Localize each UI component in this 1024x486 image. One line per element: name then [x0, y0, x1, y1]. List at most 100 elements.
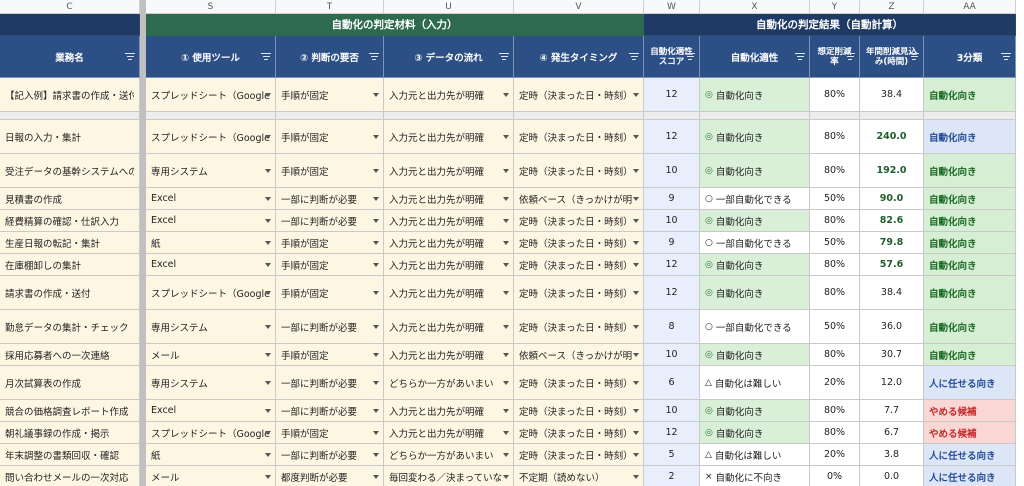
cell-timing[interactable]: 依頼ベース（きっかけが明 [514, 344, 644, 366]
cell-class[interactable]: 人に任せる向き [924, 466, 1016, 486]
cell-fit[interactable]: ○ 一部自動化できる [700, 310, 810, 344]
column-letter[interactable]: Z [860, 0, 924, 14]
dropdown-arrow-icon[interactable] [503, 430, 509, 435]
dropdown-arrow-icon[interactable] [633, 134, 639, 139]
cell-hours[interactable]: 79.8 [860, 232, 924, 254]
cell-judge[interactable]: 手順が固定 [276, 232, 384, 254]
filter-icon[interactable] [629, 52, 639, 61]
cell-task[interactable]: 年末調整の書類回収・確認 [0, 444, 140, 466]
cell-flow[interactable]: 入力元と出力先が明確 [384, 276, 514, 310]
cell-rate[interactable]: 80% [810, 276, 860, 310]
cell-fit[interactable]: △ 自動化は難しい [700, 366, 810, 400]
cell-tool[interactable]: スプレッドシート（Google [146, 120, 276, 154]
cell-flow[interactable]: 入力元と出力先が明確 [384, 310, 514, 344]
cell-hours[interactable]: 240.0 [860, 120, 924, 154]
filter-icon[interactable] [499, 52, 509, 61]
cell-rate[interactable]: 20% [810, 366, 860, 400]
cell-flow[interactable]: 入力元と出力先が明確 [384, 154, 514, 188]
cell-fit[interactable]: ◎ 自動化向き [700, 210, 810, 232]
dropdown-arrow-icon[interactable] [373, 290, 379, 295]
dropdown-arrow-icon[interactable] [633, 240, 639, 245]
cell-score[interactable]: 12 [644, 422, 700, 444]
column-letter[interactable]: Y [810, 0, 860, 14]
dropdown-arrow-icon[interactable] [265, 240, 271, 245]
cell-fit[interactable]: ○ 一部自動化できる [700, 232, 810, 254]
cell-judge[interactable]: 一部に判断が必要 [276, 188, 384, 210]
dropdown-arrow-icon[interactable] [265, 92, 271, 97]
cell-hours[interactable]: 36.0 [860, 310, 924, 344]
header-timing[interactable]: ④ 発生タイミング [514, 36, 644, 78]
dropdown-arrow-icon[interactable] [373, 474, 379, 479]
filter-icon[interactable] [369, 52, 379, 61]
cell-class[interactable]: 自動化向き [924, 78, 1016, 112]
dropdown-arrow-icon[interactable] [373, 218, 379, 223]
cell-judge[interactable]: 一部に判断が必要 [276, 310, 384, 344]
cell-score[interactable]: 10 [644, 400, 700, 422]
cell-class[interactable]: 自動化向き [924, 188, 1016, 210]
cell-hours[interactable]: 57.6 [860, 254, 924, 276]
cell-flow[interactable]: 入力元と出力先が明確 [384, 344, 514, 366]
cell-hours[interactable]: 82.6 [860, 210, 924, 232]
column-letter[interactable]: C [0, 0, 140, 14]
cell-timing[interactable]: 定時（決まった日・時刻） [514, 120, 644, 154]
filter-icon[interactable] [125, 52, 135, 61]
cell-flow[interactable]: 入力元と出力先が明確 [384, 120, 514, 154]
dropdown-arrow-icon[interactable] [265, 408, 271, 413]
cell-fit[interactable]: ◎ 自動化向き [700, 400, 810, 422]
cell-tool[interactable]: スプレッドシート（Google [146, 422, 276, 444]
cell-score[interactable]: 2 [644, 466, 700, 486]
cell-task[interactable]: 生産日報の転記・集計 [0, 232, 140, 254]
cell-timing[interactable]: 不定期（読めない） [514, 466, 644, 486]
cell-score[interactable]: 10 [644, 210, 700, 232]
cell-score[interactable]: 9 [644, 232, 700, 254]
cell-tool[interactable]: メール [146, 466, 276, 486]
dropdown-arrow-icon[interactable] [265, 380, 271, 385]
dropdown-arrow-icon[interactable] [265, 290, 271, 295]
dropdown-arrow-icon[interactable] [633, 474, 639, 479]
cell-flow[interactable]: 毎回変わる／決まっていな [384, 466, 514, 486]
cell-class[interactable]: やめる候補 [924, 400, 1016, 422]
cell-timing[interactable]: 定時（決まった日・時刻） [514, 78, 644, 112]
cell-rate[interactable]: 50% [810, 310, 860, 344]
cell-class[interactable]: 自動化向き [924, 254, 1016, 276]
header-fit[interactable]: 自動化適性 [700, 36, 810, 78]
dropdown-arrow-icon[interactable] [265, 324, 271, 329]
dropdown-arrow-icon[interactable] [373, 134, 379, 139]
cell-score[interactable]: 12 [644, 120, 700, 154]
cell-flow[interactable]: 入力元と出力先が明確 [384, 188, 514, 210]
cell-score[interactable]: 12 [644, 276, 700, 310]
cell-timing[interactable]: 定時（決まった日・時刻） [514, 422, 644, 444]
cell-timing[interactable]: 定時（決まった日・時刻） [514, 444, 644, 466]
column-letter[interactable]: S [146, 0, 276, 14]
cell-class[interactable]: 自動化向き [924, 276, 1016, 310]
dropdown-arrow-icon[interactable] [373, 452, 379, 457]
dropdown-arrow-icon[interactable] [373, 380, 379, 385]
cell-timing[interactable]: 定時（決まった日・時刻） [514, 400, 644, 422]
dropdown-arrow-icon[interactable] [503, 168, 509, 173]
filter-icon[interactable] [845, 52, 855, 61]
cell-fit[interactable]: ◎ 自動化向き [700, 78, 810, 112]
cell-fit[interactable]: ◎ 自動化向き [700, 422, 810, 444]
filter-icon[interactable] [909, 52, 919, 61]
cell-rate[interactable]: 80% [810, 344, 860, 366]
dropdown-arrow-icon[interactable] [633, 352, 639, 357]
cell-tool[interactable]: 専用システム [146, 154, 276, 188]
cell-score[interactable]: 12 [644, 254, 700, 276]
cell-score[interactable]: 8 [644, 310, 700, 344]
cell-hours[interactable]: 3.8 [860, 444, 924, 466]
dropdown-arrow-icon[interactable] [633, 168, 639, 173]
cell-task[interactable]: 問い合わせメールの一次対応 [0, 466, 140, 486]
cell-hours[interactable]: 38.4 [860, 276, 924, 310]
dropdown-arrow-icon[interactable] [373, 408, 379, 413]
dropdown-arrow-icon[interactable] [373, 196, 379, 201]
cell-flow[interactable]: 入力元と出力先が明確 [384, 210, 514, 232]
cell-flow[interactable]: 入力元と出力先が明確 [384, 400, 514, 422]
cell-flow[interactable]: どちらか一方があいまい [384, 444, 514, 466]
dropdown-arrow-icon[interactable] [265, 352, 271, 357]
cell-task[interactable]: 月次試算表の作成 [0, 366, 140, 400]
cell-score[interactable]: 5 [644, 444, 700, 466]
cell-class[interactable]: やめる候補 [924, 422, 1016, 444]
cell-rate[interactable]: 80% [810, 400, 860, 422]
cell-rate[interactable]: 80% [810, 254, 860, 276]
cell-judge[interactable]: 手順が固定 [276, 344, 384, 366]
